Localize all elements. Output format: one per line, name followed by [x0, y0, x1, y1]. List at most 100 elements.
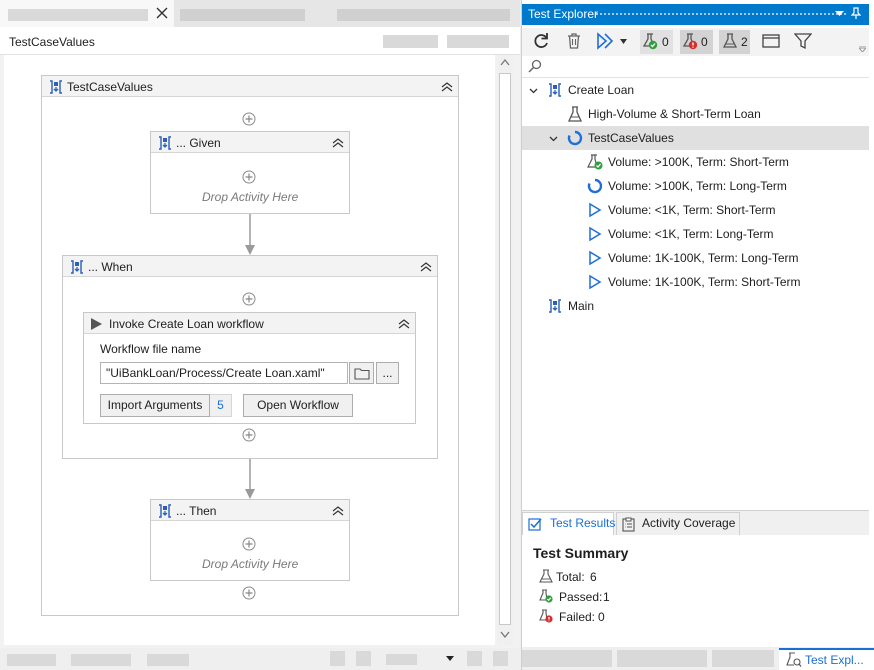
tree-item-label: Volume: <1K, Term: Short-Term: [608, 203, 776, 217]
tree-item-case[interactable]: Volume: >100K, Term: Short-Term: [522, 150, 869, 174]
arguments-count-badge[interactable]: 5: [210, 394, 232, 417]
tree-item-main[interactable]: Main: [522, 294, 869, 318]
overview-icon[interactable]: [356, 651, 371, 666]
status-tab[interactable]: [522, 650, 612, 667]
test-search-bar[interactable]: [522, 56, 869, 78]
zoom-caret-icon[interactable]: [446, 656, 454, 661]
zoom-dropdown[interactable]: [386, 654, 417, 665]
pin-icon[interactable]: [851, 7, 861, 20]
tree-item-testcasevalues[interactable]: TestCaseValues: [522, 126, 869, 150]
tree-item-label: TestCaseValues: [588, 131, 674, 145]
more-options-button[interactable]: ...: [376, 362, 399, 384]
document-tab-other[interactable]: [337, 9, 510, 21]
add-activity-icon[interactable]: [242, 112, 256, 126]
flask-icon: [567, 106, 583, 122]
flask-passed-icon: [587, 154, 603, 170]
then-header: ... Then: [151, 500, 349, 521]
collapse-icon[interactable]: [419, 260, 433, 274]
refresh-icon[interactable]: [532, 31, 550, 53]
close-tab-icon[interactable]: [155, 6, 169, 20]
sequence-icon: [157, 135, 173, 151]
import-arguments-button[interactable]: Import Arguments: [100, 394, 210, 417]
sequence-icon: [69, 259, 85, 275]
collapse-icon[interactable]: [440, 80, 454, 94]
scrollbar-thumb[interactable]: [499, 73, 511, 625]
layout-icon[interactable]: [761, 31, 781, 53]
clipboard-icon: [622, 517, 635, 532]
invoke-title: Invoke Create Loan workflow: [109, 317, 264, 331]
play-outline-icon: [587, 202, 603, 218]
flow-arrow: [244, 214, 256, 256]
given-header: ... Given: [151, 132, 349, 153]
drop-hint: Drop Activity Here: [202, 190, 299, 204]
tree-item-case[interactable]: Volume: >100K, Term: Long-Term: [522, 174, 869, 198]
document-tab-other[interactable]: [180, 9, 305, 21]
passed-count: 0: [662, 35, 669, 49]
add-activity-icon[interactable]: [242, 170, 256, 184]
tree-item-case[interactable]: Volume: 1K-100K, Term: Short-Term: [522, 270, 869, 294]
expand-all-link[interactable]: [383, 35, 438, 48]
open-workflow-button[interactable]: Open Workflow: [243, 394, 353, 417]
flow-arrow: [244, 459, 256, 500]
scroll-down-icon[interactable]: [500, 631, 510, 639]
chevron-down-icon[interactable]: [549, 134, 558, 143]
status-tab[interactable]: [617, 650, 707, 667]
status-tab[interactable]: [71, 654, 131, 666]
collapse-icon[interactable]: [397, 317, 411, 331]
status-icon[interactable]: [493, 651, 508, 666]
add-activity-icon[interactable]: [242, 428, 256, 442]
status-icon[interactable]: [467, 651, 482, 666]
tree-item-high-volume[interactable]: High-Volume & Short-Term Loan: [522, 102, 869, 126]
browse-folder-button[interactable]: [349, 362, 374, 384]
tab-label: Test Results: [550, 516, 616, 530]
collapse-all-link[interactable]: [447, 35, 509, 48]
sequence-icon: [48, 79, 64, 95]
play-outline-icon: [587, 226, 603, 242]
panel-menu-icon[interactable]: [835, 9, 844, 18]
then-sequence[interactable]: ... Then Drop Activity Here: [150, 499, 350, 581]
collapse-icon[interactable]: [331, 136, 345, 150]
status-tab[interactable]: [147, 654, 189, 666]
flask-icon: [539, 569, 553, 583]
flask-passed-icon: [539, 589, 553, 603]
given-sequence[interactable]: ... Given Drop Activity Here: [150, 131, 350, 214]
folder-icon: [354, 367, 370, 380]
add-activity-icon[interactable]: [242, 292, 256, 306]
tab-test-explorer-bottom[interactable]: Test Expl...: [779, 648, 874, 670]
spinner-icon: [567, 130, 583, 146]
status-tab[interactable]: [7, 654, 56, 666]
when-header: ... When: [63, 256, 437, 277]
add-activity-icon[interactable]: [242, 537, 256, 551]
tree-item-label: High-Volume & Short-Term Loan: [588, 107, 761, 121]
tree-item-case[interactable]: Volume: 1K-100K, Term: Long-Term: [522, 246, 869, 270]
when-title: ... When: [88, 260, 133, 274]
tree-item-create-loan[interactable]: Create Loan: [522, 78, 869, 102]
run-tests-icon[interactable]: [596, 31, 614, 53]
toolbar-overflow-icon[interactable]: [859, 46, 866, 52]
passed-value: 1: [603, 590, 610, 604]
chevron-down-icon[interactable]: [529, 86, 538, 95]
tab-test-results[interactable]: Test Results: [522, 512, 616, 535]
tree-item-case[interactable]: Volume: <1K, Term: Long-Term: [522, 222, 869, 246]
fit-screen-icon[interactable]: [330, 651, 345, 666]
invoke-header: Invoke Create Loan workflow: [84, 313, 415, 334]
delete-icon[interactable]: [566, 31, 582, 53]
add-activity-icon[interactable]: [242, 586, 256, 600]
given-title: ... Given: [176, 136, 221, 150]
collapse-icon[interactable]: [331, 504, 345, 518]
workflow-file-label: Workflow file name: [100, 342, 202, 356]
sequence-icon: [157, 503, 173, 519]
workflow-icon: [547, 82, 563, 98]
tab-activity-coverage[interactable]: Activity Coverage: [616, 512, 740, 535]
tree-item-label: Volume: >100K, Term: Long-Term: [608, 179, 787, 193]
tree-item-case[interactable]: Volume: <1K, Term: Short-Term: [522, 198, 869, 222]
workflow-file-input[interactable]: "UiBankLoan/Process/Create Loan.xaml": [100, 362, 348, 384]
tab-label: Activity Coverage: [642, 516, 736, 530]
scroll-up-icon[interactable]: [500, 58, 510, 66]
spinner-icon: [587, 178, 603, 194]
status-tab[interactable]: [712, 650, 774, 667]
breadcrumb[interactable]: TestCaseValues: [9, 35, 95, 49]
drop-hint: Drop Activity Here: [202, 557, 299, 571]
play-outline-icon: [587, 250, 603, 266]
filter-icon[interactable]: [794, 31, 812, 53]
